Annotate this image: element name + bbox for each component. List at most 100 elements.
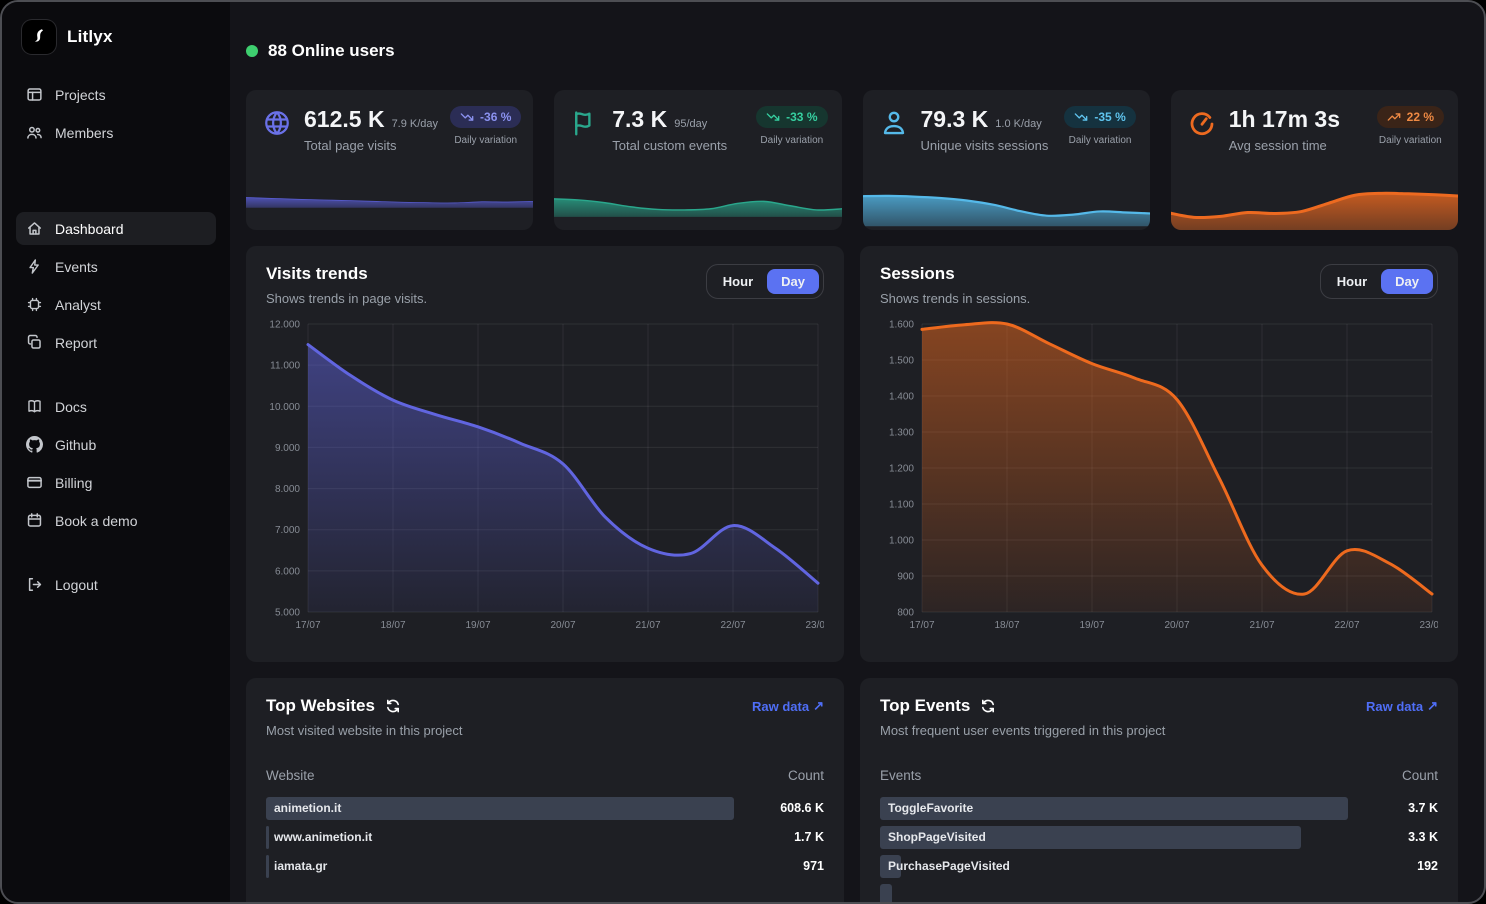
docs-icon (26, 398, 43, 415)
toggle-option-day[interactable]: Day (767, 269, 819, 294)
visits-trends-card: Visits trends Shows trends in page visit… (246, 246, 844, 662)
sidebar-item-label: Logout (55, 577, 98, 593)
stat-label: Total custom events (612, 138, 727, 153)
visits-trends-chart[interactable]: 5.0006.0007.0008.0009.00010.00011.00012.… (266, 318, 824, 636)
table-row-purchasepagevisited[interactable]: PurchasePageVisited192 (880, 855, 1438, 878)
chart-title: Sessions (880, 264, 1030, 284)
stat-value: 79.3 K (921, 106, 989, 133)
sidebar-item-dashboard[interactable]: Dashboard (16, 212, 216, 245)
flag-icon (570, 108, 600, 138)
table-rows: animetion.it608.6 K www.animetion.it1.7 K… (266, 797, 824, 878)
book-demo-icon (26, 512, 43, 529)
svg-text:19/07: 19/07 (1079, 620, 1104, 631)
refresh-icon[interactable] (385, 698, 401, 714)
svg-text:23/07: 23/07 (805, 620, 824, 631)
svg-text:1.100: 1.100 (889, 500, 914, 511)
sidebar-nav-secondary: Docs Github Billing Book a demo (16, 390, 216, 537)
top-websites-card: Top Websites Raw data ↗ Most visited web… (246, 678, 844, 904)
toggle-option-day[interactable]: Day (1381, 269, 1433, 294)
row-label: PurchasePageVisited (880, 855, 1438, 878)
table-row-shoppagevisited[interactable]: ShopPageVisited3.3 K (880, 826, 1438, 849)
arrow-up-right-icon: ↗ (1427, 698, 1438, 714)
sidebar-item-billing[interactable]: Billing (16, 466, 216, 499)
svg-text:22/07: 22/07 (1334, 620, 1359, 631)
table-row[interactable] (880, 884, 1438, 904)
sidebar-spacer (16, 364, 216, 390)
dashboard-icon (26, 220, 43, 237)
stat-main: 7.3 K 95/day Total custom events (612, 106, 727, 153)
stat-value: 7.3 K (612, 106, 667, 133)
sidebar-item-members[interactable]: Members (16, 116, 216, 149)
stat-card-unique-visits-sessions: 79.3 K 1.0 K/day Unique visits sessions … (863, 90, 1150, 230)
stat-label: Unique visits sessions (921, 138, 1049, 153)
row-label: animetion.it (266, 797, 824, 820)
svg-text:1.400: 1.400 (889, 392, 914, 403)
badge-caption: Daily variation (1377, 135, 1444, 146)
stat-card-head: 1h 17m 3s Avg session time 22 % Daily va… (1187, 106, 1444, 153)
row-label: www.animetion.it (266, 826, 824, 849)
stat-main: 1h 17m 3s Avg session time (1229, 106, 1347, 153)
stat-badge-col: -35 % Daily variation (1064, 106, 1135, 146)
hour-day-toggle: HourDay (1320, 264, 1438, 299)
litlyx-logo-icon (22, 20, 56, 54)
column-item-label: Website (266, 768, 315, 783)
svg-text:1.200: 1.200 (889, 464, 914, 475)
svg-text:22/07: 22/07 (720, 620, 745, 631)
billing-icon (26, 474, 43, 491)
raw-data-link[interactable]: Raw data ↗ (1366, 698, 1438, 714)
sidebar-item-book-a-demo[interactable]: Book a demo (16, 504, 216, 537)
toggle-option-hour[interactable]: Hour (1325, 269, 1379, 294)
table-subtitle: Most visited website in this project (266, 723, 824, 738)
top-events-card: Top Events Raw data ↗ Most frequent user… (860, 678, 1458, 904)
svg-text:9.000: 9.000 (275, 443, 300, 454)
members-icon (26, 124, 43, 141)
sidebar-spacer (16, 154, 216, 212)
tables-row: Top Websites Raw data ↗ Most visited web… (246, 678, 1458, 904)
table-row-www-animetion-it[interactable]: www.animetion.it1.7 K (266, 826, 824, 849)
badge-caption: Daily variation (1064, 135, 1135, 146)
timer-icon (1187, 108, 1217, 138)
stat-badge-col: -36 % Daily variation (450, 106, 521, 146)
table-row-animetion-it[interactable]: animetion.it608.6 K (266, 797, 824, 820)
chart-header: Visits trends Shows trends in page visit… (266, 264, 824, 306)
sidebar-item-report[interactable]: Report (16, 326, 216, 359)
stat-card-head: 7.3 K 95/day Total custom events -33 % D… (570, 106, 827, 153)
charts-row: Visits trends Shows trends in page visit… (246, 246, 1458, 662)
chart-subtitle: Shows trends in sessions. (880, 291, 1030, 306)
sidebar-item-logout[interactable]: Logout (16, 568, 216, 601)
svg-text:21/07: 21/07 (635, 620, 660, 631)
svg-text:18/07: 18/07 (994, 620, 1019, 631)
stat-cards-row: 612.5 K 7.9 K/day Total page visits -36 … (246, 90, 1458, 230)
toggle-option-hour[interactable]: Hour (711, 269, 765, 294)
stat-main: 612.5 K 7.9 K/day Total page visits (304, 106, 438, 153)
brand[interactable]: Litlyx (16, 20, 216, 54)
sidebar-item-analyst[interactable]: Analyst (16, 288, 216, 321)
svg-text:1.600: 1.600 (889, 320, 914, 331)
svg-text:5.000: 5.000 (275, 608, 300, 619)
table-rows: ToggleFavorite3.7 K ShopPageVisited3.3 K P… (880, 797, 1438, 904)
table-row-togglefavorite[interactable]: ToggleFavorite3.7 K (880, 797, 1438, 820)
row-label: ShopPageVisited (880, 826, 1438, 849)
sessions-chart[interactable]: 8009001.0001.1001.2001.3001.4001.5001.60… (880, 318, 1438, 636)
online-users-count: 88 Online users (268, 41, 395, 61)
stat-rate: 7.9 K/day (392, 118, 438, 130)
sidebar-item-github[interactable]: Github (16, 428, 216, 461)
sidebar-item-docs[interactable]: Docs (16, 390, 216, 423)
logout-icon (26, 576, 43, 593)
stat-value: 1h 17m 3s (1229, 106, 1340, 133)
svg-text:21/07: 21/07 (1249, 620, 1274, 631)
table-title: Top Events (880, 696, 970, 716)
refresh-icon[interactable] (980, 698, 996, 714)
row-label: iamata.gr (266, 855, 824, 878)
online-indicator-icon (246, 45, 258, 57)
stat-badge-col: 22 % Daily variation (1377, 106, 1444, 146)
sparkline (246, 168, 533, 230)
raw-data-label: Raw data (1366, 699, 1423, 714)
stat-card-total-page-visits: 612.5 K 7.9 K/day Total page visits -36 … (246, 90, 533, 230)
svg-text:12.000: 12.000 (269, 320, 300, 331)
sidebar-item-events[interactable]: Events (16, 250, 216, 283)
raw-data-link[interactable]: Raw data ↗ (752, 698, 824, 714)
svg-text:18/07: 18/07 (380, 620, 405, 631)
sidebar-item-projects[interactable]: Projects (16, 78, 216, 111)
table-row-iamata-gr[interactable]: iamata.gr971 (266, 855, 824, 878)
